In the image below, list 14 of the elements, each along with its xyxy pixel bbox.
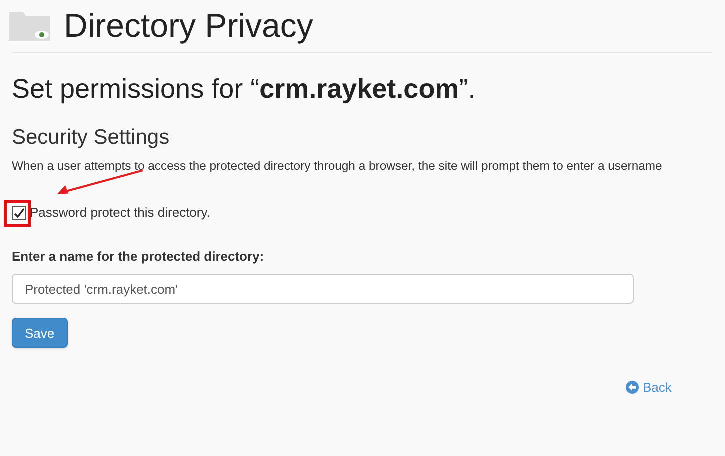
directory-name-field[interactable]: Protected 'crm.rayket.com'	[12, 274, 634, 304]
save-button[interactable]: Save	[12, 318, 68, 348]
folder-eye-icon	[8, 10, 52, 42]
highlight-box	[4, 200, 31, 227]
page-title: Directory Privacy	[64, 6, 314, 46]
back-arrow-icon	[626, 381, 639, 394]
back-link[interactable]: Back	[626, 378, 672, 398]
page-heading: Set permissions for “crm.rayket.com”.	[12, 73, 477, 106]
field-label: Enter a name for the protected directory:	[12, 248, 266, 266]
checkmark-icon	[14, 208, 24, 219]
description-text: When a user attempts to access the protected directory through a browser, the site will prompt them to enter a username	[12, 158, 664, 175]
checkbox[interactable]	[12, 206, 26, 220]
section-title: Security Settings	[12, 124, 171, 150]
checkbox-label: Password protect this directory.	[30, 204, 210, 222]
